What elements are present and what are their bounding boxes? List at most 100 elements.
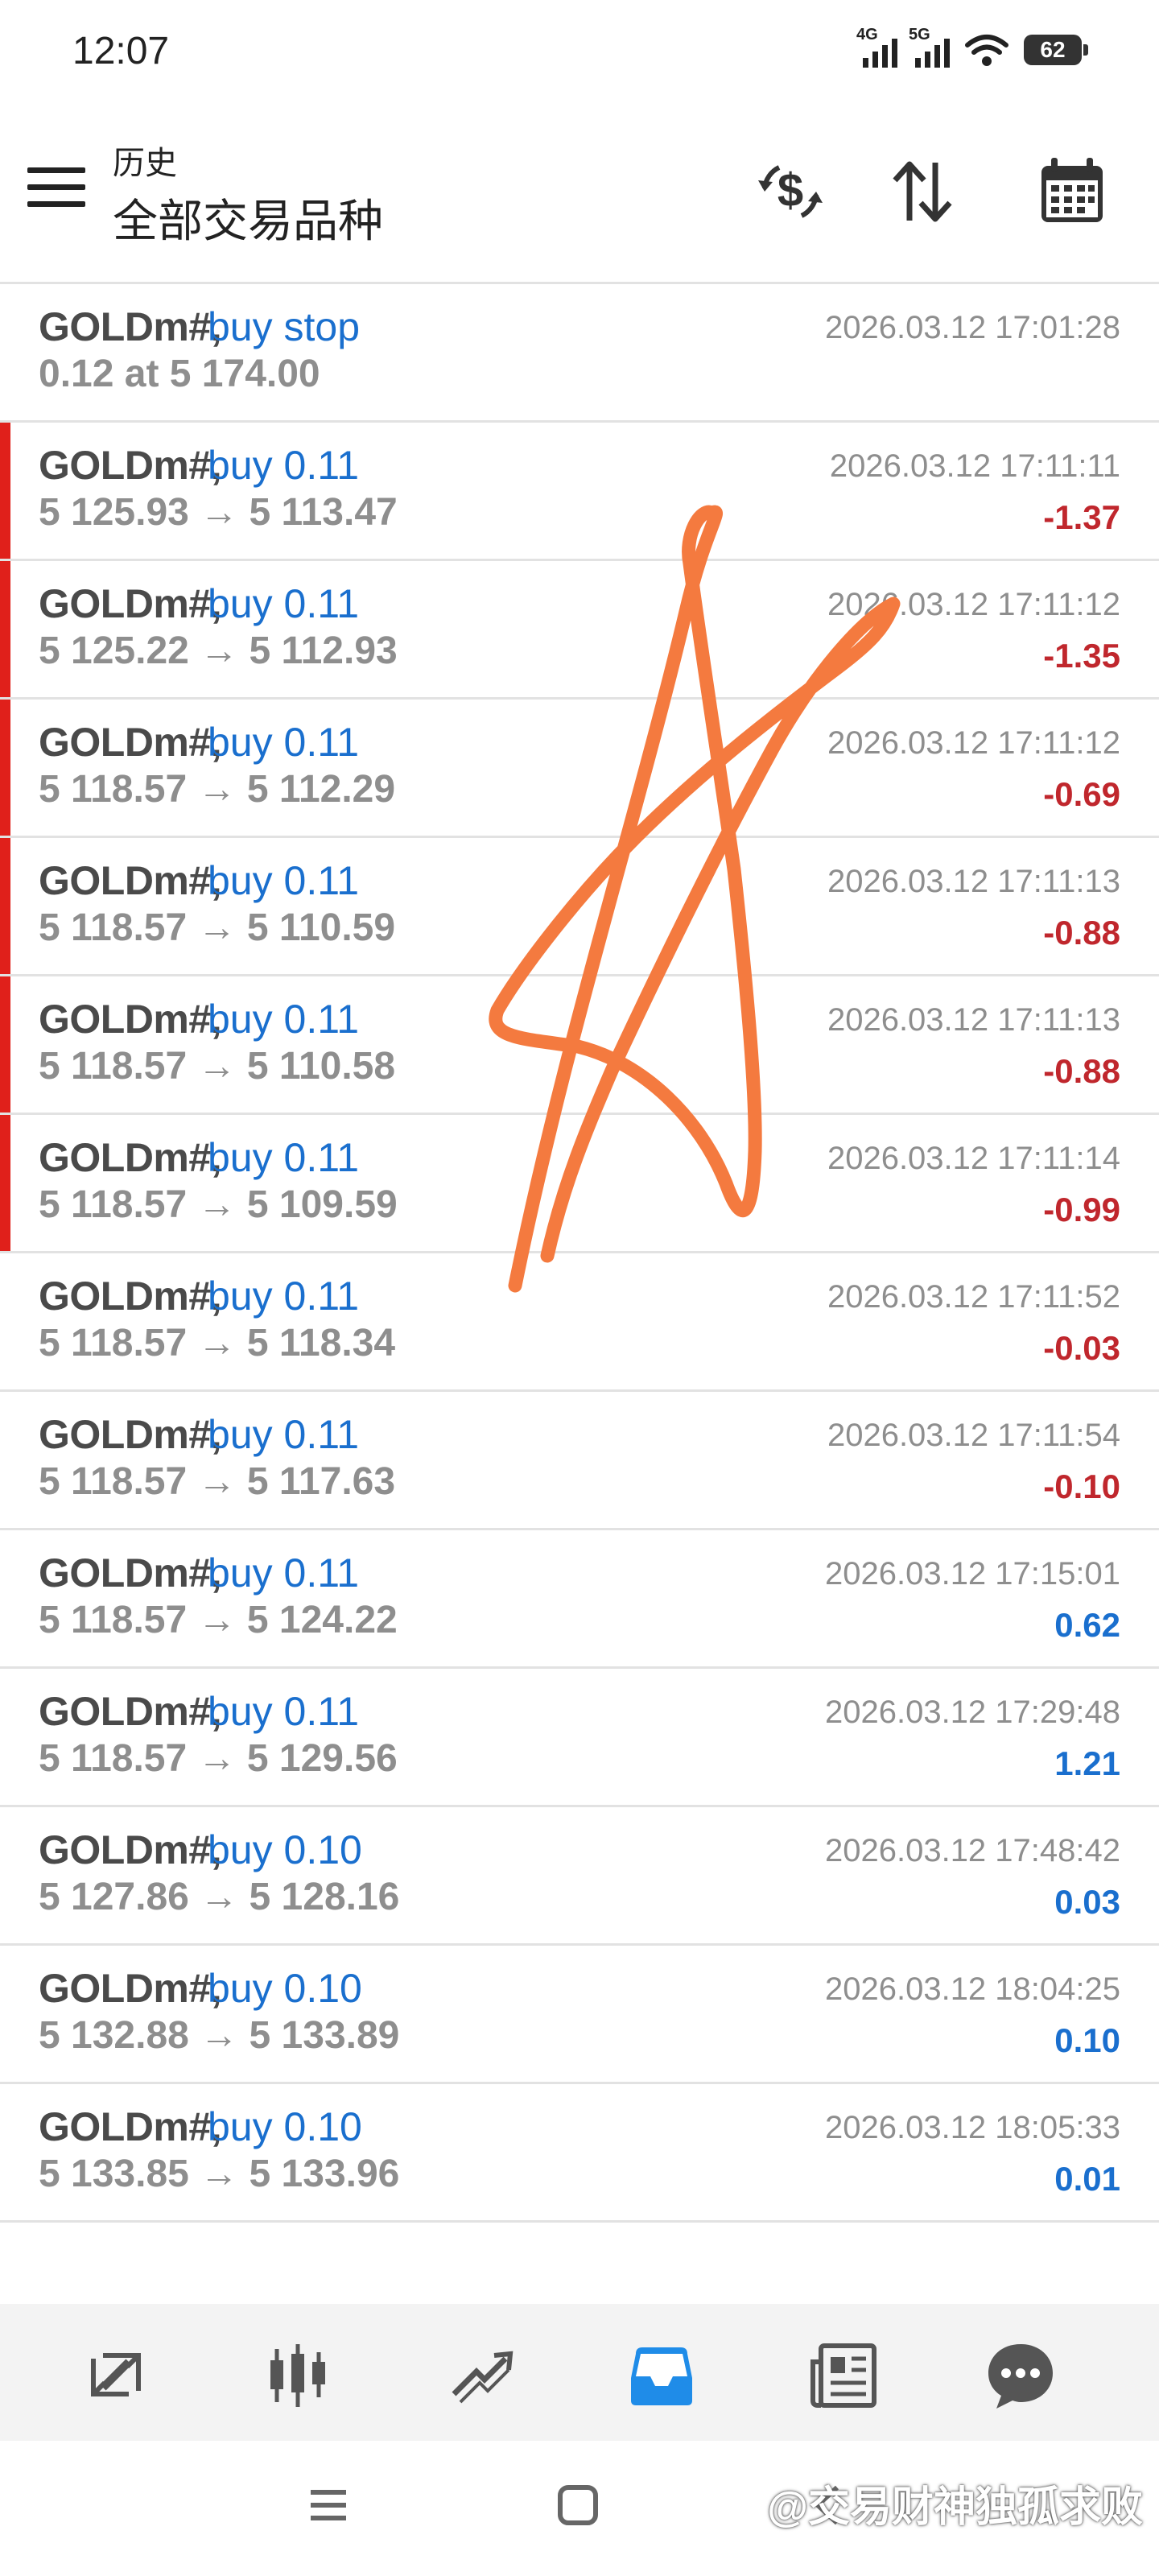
order-profit: -0.69	[1043, 775, 1120, 813]
order-side: buy 0.11	[208, 858, 360, 903]
order-profit: -1.37	[1043, 498, 1120, 536]
order-time: 2026.03.12 17:11:12	[827, 725, 1120, 761]
quotes-icon[interactable]	[77, 2336, 155, 2413]
order-prices: 5 118.57 → 5 112.29	[39, 768, 396, 811]
order-side: buy 0.11	[208, 1689, 360, 1734]
order-symbol: GOLDm#,	[39, 1827, 222, 1872]
trade-icon[interactable]	[443, 2336, 520, 2413]
order-row[interactable]: GOLDm#, buy 0.11 5 118.57 → 5 112.29 2026.0…	[0, 700, 1159, 838]
signal-4g-icon: 4G	[856, 26, 897, 68]
order-row[interactable]: GOLDm#, buy 0.11 5 118.57 → 5 110.58 2026.0…	[0, 976, 1159, 1115]
order-profit: -0.88	[1043, 1052, 1120, 1090]
order-symbol: GOLDm#,	[39, 1135, 222, 1180]
order-profit: 0.10	[1054, 2021, 1120, 2059]
order-prices: 5 125.22 → 5 112.93	[39, 630, 398, 672]
order-symbol: GOLDm#,	[39, 1966, 222, 2011]
order-prices: 5 133.85 → 5 133.96	[39, 2153, 400, 2195]
order-prices: 5 118.57 → 5 118.34	[39, 1322, 396, 1364]
order-time: 2026.03.12 17:11:14	[827, 1141, 1120, 1176]
order-profit: 0.03	[1054, 1883, 1120, 1921]
history-icon[interactable]	[623, 2336, 700, 2413]
order-symbol: GOLDm#,	[39, 858, 222, 903]
symbol-filter-title[interactable]: 全部交易品种	[113, 185, 383, 250]
order-side: buy 0.11	[208, 1274, 360, 1319]
order-row[interactable]: GOLDm#, buy stop 0.12 at 5 174.00 2026.03.1…	[0, 284, 1159, 423]
order-symbol: GOLDm#,	[39, 304, 222, 349]
order-time: 2026.03.12 17:48:42	[824, 1833, 1120, 1868]
order-symbol: GOLDm#,	[39, 581, 222, 626]
order-side: buy 0.11	[208, 720, 360, 765]
order-prices: 0.12 at 5 174.00	[39, 353, 320, 395]
watermark-text: @交易财神独孤求败	[767, 2484, 1143, 2531]
order-symbol: GOLDm#,	[39, 720, 222, 765]
order-time: 2026.03.12 17:11:11	[829, 448, 1120, 484]
order-symbol: GOLDm#,	[39, 2104, 222, 2149]
order-row[interactable]: GOLDm#, buy 0.10 5 127.86 → 5 128.16 2026.0…	[0, 1807, 1159, 1946]
order-time: 2026.03.12 18:05:33	[824, 2110, 1120, 2145]
order-profit: 0.62	[1054, 1606, 1120, 1644]
menu-icon[interactable]	[27, 167, 85, 216]
order-prices: 5 125.93 → 5 113.47	[39, 491, 398, 534]
order-row[interactable]: GOLDm#, buy 0.11 5 125.93 → 5 113.47 2026.0…	[0, 423, 1159, 561]
svg-text:$: $	[777, 164, 803, 217]
order-time: 2026.03.12 17:29:48	[824, 1695, 1120, 1730]
order-time: 2026.03.12 17:15:01	[824, 1556, 1120, 1591]
order-prices: 5 118.57 → 5 110.59	[39, 906, 396, 949]
order-symbol: GOLDm#,	[39, 1274, 222, 1319]
signal-5g-icon: 5G	[909, 26, 950, 68]
order-history-list: GOLDm#, buy stop 0.12 at 5 174.00 2026.03.1…	[0, 284, 1159, 2223]
order-row[interactable]: GOLDm#, buy 0.11 5 125.22 → 5 112.93 2026.0…	[0, 561, 1159, 700]
chat-icon[interactable]	[982, 2336, 1059, 2413]
order-symbol: GOLDm#,	[39, 1412, 222, 1457]
order-prices: 5 118.57 → 5 110.58	[39, 1045, 396, 1088]
sort-icon[interactable]	[885, 155, 959, 229]
order-row[interactable]: GOLDm#, buy 0.11 5 118.57 → 5 110.59 2026.0…	[0, 838, 1159, 976]
order-row[interactable]: GOLDm#, buy 0.11 5 118.57 → 5 118.34 2026.0…	[0, 1253, 1159, 1392]
currency-exchange-icon[interactable]: $	[753, 155, 827, 229]
order-row[interactable]: GOLDm#, buy 0.10 5 133.85 → 5 133.96 2026.0…	[0, 2084, 1159, 2223]
news-icon[interactable]	[805, 2336, 882, 2413]
battery-icon: 62	[1024, 35, 1088, 65]
order-side: buy 0.11	[208, 1550, 360, 1596]
order-profit: -0.10	[1043, 1468, 1120, 1505]
status-time: 12:07	[72, 30, 170, 72]
order-prices: 5 118.57 → 5 109.59	[39, 1183, 398, 1226]
home-icon[interactable]	[554, 2481, 602, 2533]
recent-apps-icon[interactable]	[304, 2481, 353, 2533]
calendar-icon[interactable]	[1035, 155, 1109, 229]
order-row[interactable]: GOLDm#, buy 0.11 5 118.57 → 5 124.22 2026.0…	[0, 1530, 1159, 1669]
order-time: 2026.03.12 17:11:13	[827, 1002, 1120, 1038]
order-prices: 5 118.57 → 5 124.22	[39, 1599, 398, 1641]
order-row[interactable]: GOLDm#, buy 0.10 5 132.88 → 5 133.89 2026.0…	[0, 1946, 1159, 2084]
order-time: 2026.03.12 17:01:28	[824, 310, 1120, 345]
order-time: 2026.03.12 18:04:25	[824, 1971, 1120, 2007]
order-side: buy 0.11	[208, 581, 360, 626]
order-profit: 0.01	[1054, 2160, 1120, 2198]
order-time: 2026.03.12 17:11:13	[827, 864, 1120, 899]
order-row[interactable]: GOLDm#, buy 0.11 5 118.57 → 5 117.63 2026.0…	[0, 1392, 1159, 1530]
order-side: buy 0.11	[208, 443, 360, 488]
order-side: buy 0.11	[208, 1135, 360, 1180]
chart-icon[interactable]	[259, 2336, 336, 2413]
order-prices: 5 127.86 → 5 128.16	[39, 1876, 400, 1918]
status-bar: 12:07 4G 5G 62	[0, 0, 1159, 105]
order-profit: -0.03	[1043, 1329, 1120, 1367]
order-profit: -0.99	[1043, 1191, 1120, 1228]
order-row[interactable]: GOLDm#, buy 0.11 5 118.57 → 5 109.59 2026.0…	[0, 1115, 1159, 1253]
order-side: buy 0.10	[208, 2104, 362, 2149]
order-prices: 5 118.57 → 5 117.63	[39, 1460, 396, 1503]
page-subtitle: 历史	[113, 146, 177, 181]
order-prices: 5 118.57 → 5 129.56	[39, 1737, 398, 1780]
bottom-nav	[0, 2304, 1159, 2441]
order-side: buy 0.11	[208, 1412, 360, 1457]
order-symbol: GOLDm#,	[39, 443, 222, 488]
wifi-icon	[965, 35, 1008, 66]
toolbar: 历史 全部交易品种 $	[0, 121, 1159, 282]
order-side: buy stop	[208, 304, 361, 349]
order-profit: 1.21	[1054, 1744, 1120, 1782]
order-row[interactable]: GOLDm#, buy 0.11 5 118.57 → 5 129.56 2026.0…	[0, 1669, 1159, 1807]
order-side: buy 0.11	[208, 997, 360, 1042]
order-profit: -1.35	[1043, 637, 1120, 675]
order-time: 2026.03.12 17:11:12	[827, 587, 1120, 622]
network-type-label: 5G	[909, 26, 930, 43]
